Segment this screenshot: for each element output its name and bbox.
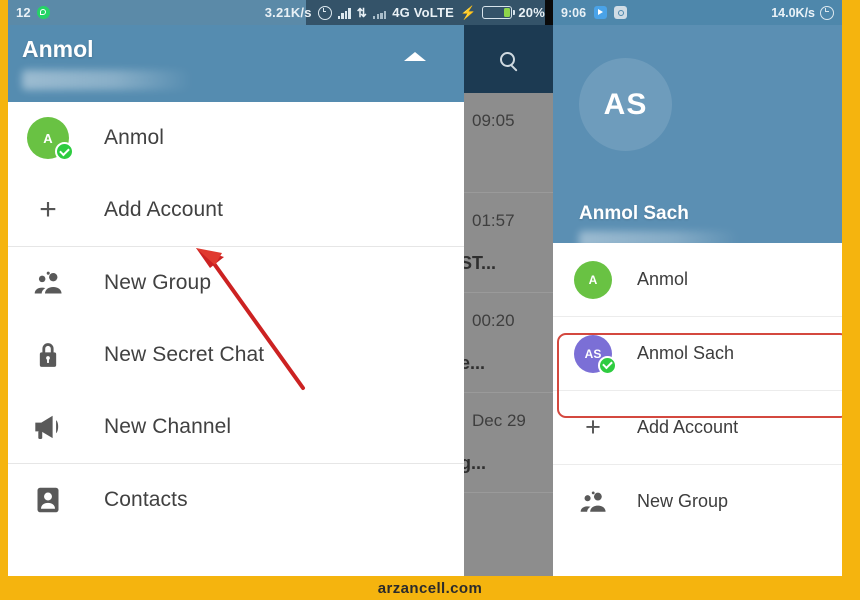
avatar: AS [579,58,672,151]
signal-bars-secondary-icon [373,7,387,19]
chat-timestamp: 09:05 [472,111,515,130]
drawer-item-label: New Group [104,271,212,294]
group-people-icon [571,490,615,513]
lock-icon [22,341,74,369]
notification-count: 12 [16,5,31,20]
alarm-clock-icon [317,5,332,20]
drawer-item-label: Anmol [104,126,165,149]
network-speed-label: 3.21K/s [264,5,312,20]
chat-timestamp: 00:20 [472,311,515,330]
drawer-item-new-secret-chat[interactable]: New Secret Chat [8,319,464,391]
drawer-item-new-group[interactable]: New Group [553,465,842,538]
status-time: 9:06 [561,5,587,20]
drawer-item-label: Add Account [104,198,224,221]
battery-level-label: 20% [518,5,545,20]
signal-bars-icon [337,7,351,19]
drawer-item-label: Anmol Sach [637,343,735,363]
search-icon[interactable] [500,52,522,74]
data-transfer-icon: ⇅ [356,5,368,20]
network-speed-label: 14.0K/s [771,5,815,20]
charging-bolt-icon: ⚡ [459,5,477,20]
chat-timestamp: 01:57 [472,211,515,230]
plus-icon: + [39,193,57,226]
plus-icon: + [585,412,601,442]
contact-card-icon [22,486,74,514]
avatar-initial-icon: A [571,260,615,299]
avatar-initial-icon: A [22,117,74,161]
camera-icon [614,6,628,19]
drawer-item-new-group[interactable]: New Group [8,247,464,319]
drawer-item-contacts[interactable]: Contacts [8,464,464,536]
avatar-initial: A [588,272,598,287]
chat-row[interactable]: 09:05 [464,93,553,193]
avatar-initial: A [43,130,53,146]
drawer-item-anmol[interactable]: A Anmol [8,102,464,174]
right-phone-screenshot: 9:06 14.0K/s AS Anmol Sach A Anmol AS An… [553,0,842,576]
drawer-item-new-channel[interactable]: New Channel [8,391,464,463]
avatar: AS [574,334,617,375]
watermark-text: arzancell.com [377,579,483,597]
left-phone-screenshot: 12 3.21K/s ⇅ 4G VoLTE ⚡ 20% 09:05 01:57 … [8,0,553,576]
chat-timestamp: Dec 29 [472,411,526,430]
media-play-icon [594,6,608,19]
chat-snippet: ST... [460,253,497,273]
drawer-item-label: Add Account [637,417,739,437]
avatar-initials: AS [603,87,648,121]
avatar: A [27,117,74,161]
drawer-item-anmol[interactable]: A Anmol [553,243,842,316]
watermark-bar: arzancell.com [0,576,860,600]
drawer-item-label: New Group [637,491,729,511]
drawer-item-label: New Channel [104,415,232,438]
check-badge-icon [55,142,74,161]
right-status-bar: 9:06 14.0K/s [553,0,842,25]
chat-row[interactable]: 00:20 e... [460,293,553,393]
alarm-clock-icon [820,5,834,20]
left-status-bar: 12 3.21K/s ⇅ 4G VoLTE ⚡ 20% [8,0,553,25]
drawer-item-label: Anmol [637,269,689,289]
drawer-account-name: Anmol [22,36,94,62]
avatar: A [574,260,612,299]
avatar-initials: AS [584,346,602,361]
drawer-item-add-account[interactable]: + Add Account [553,391,842,464]
background-chat-list: 09:05 01:57 ST... 00:20 e... Dec 29 g... [460,25,553,576]
avatar-initial-icon: AS [571,334,617,375]
whatsapp-icon [36,6,50,19]
drawer-phone-number-blurred [22,70,192,90]
group-people-icon [22,271,74,295]
drawer-header[interactable]: Anmol [8,25,464,102]
chevron-up-icon[interactable] [404,52,426,61]
chat-row[interactable]: Dec 29 g... [460,393,553,493]
battery-icon [482,6,516,19]
megaphone-icon [22,414,74,440]
network-type-label: 4G VoLTE [392,5,454,20]
right-drawer-header[interactable]: AS Anmol Sach [553,25,842,249]
drawer-item-label: New Secret Chat [104,343,265,366]
drawer-item-anmol-sach[interactable]: AS Anmol Sach [553,317,842,390]
screenshot-frame: 12 3.21K/s ⇅ 4G VoLTE ⚡ 20% 09:05 01:57 … [0,0,860,600]
drawer-account-name: Anmol Sach [579,203,689,224]
drawer-item-add-account[interactable]: + Add Account [8,174,464,246]
drawer-item-label: Contacts [104,488,188,511]
navigation-drawer: Anmol A Anmol + Add Account New Group Ne… [8,25,464,576]
chat-row[interactable]: 01:57 ST... [460,193,553,293]
chat-list-topbar [464,25,553,93]
check-badge-icon [598,355,617,375]
